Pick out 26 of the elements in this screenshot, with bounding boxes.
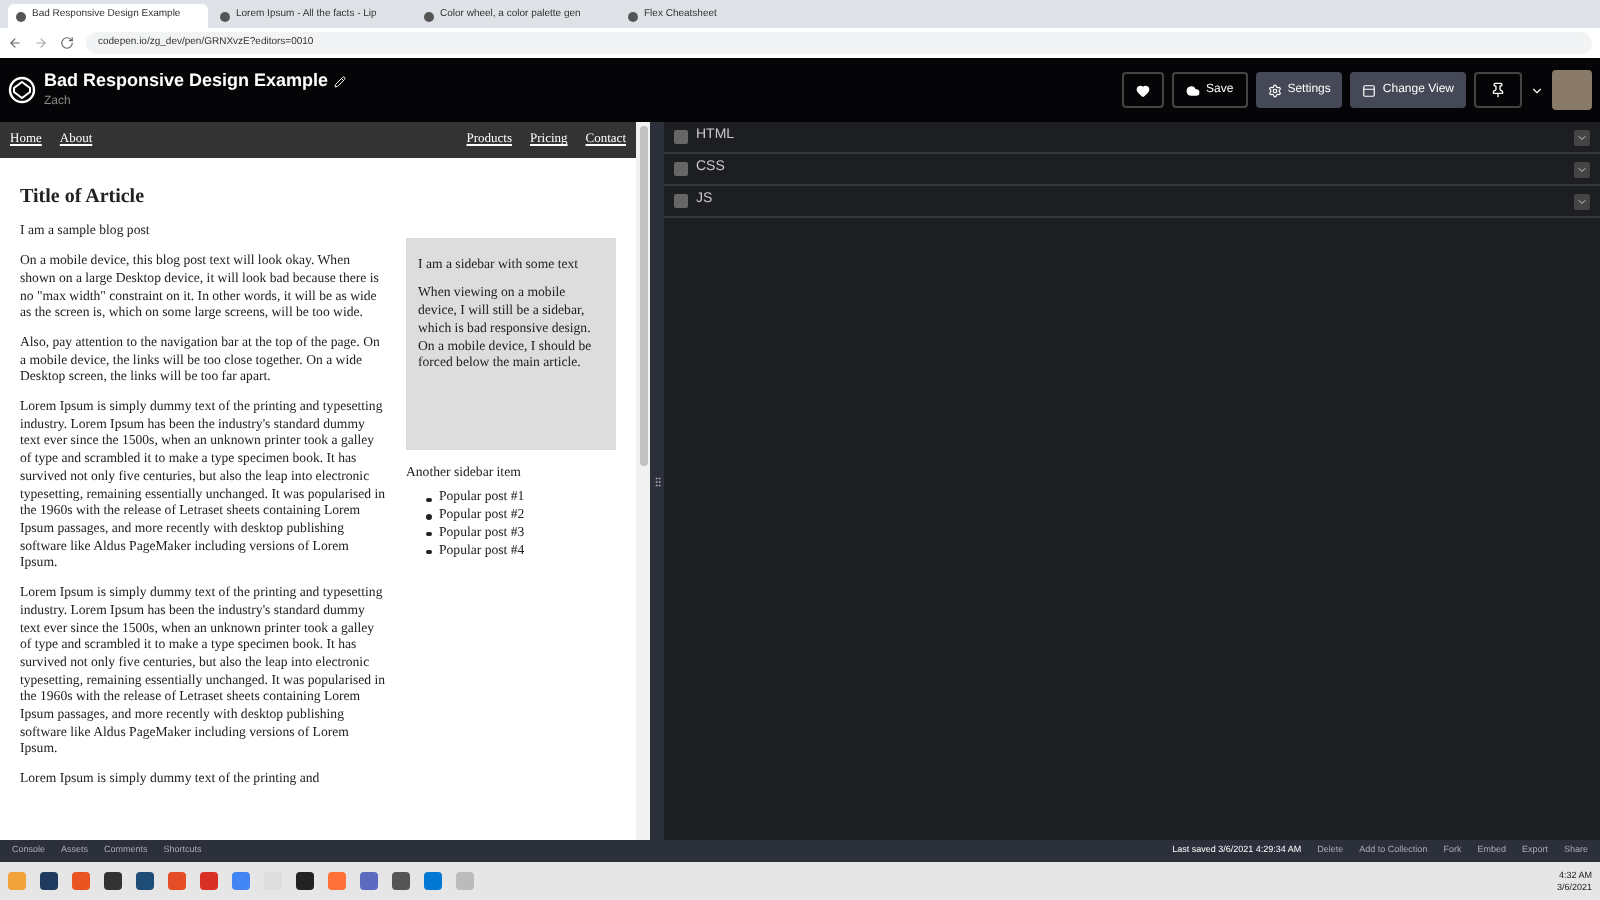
pencil-icon[interactable] — [334, 75, 347, 87]
layout-icon — [1362, 83, 1377, 97]
collapse-button[interactable] — [1574, 129, 1590, 145]
scrollbar[interactable] — [636, 122, 650, 840]
cloud-icon — [1186, 83, 1201, 97]
chevron-icon — [1576, 195, 1588, 207]
collapse-button[interactable] — [1574, 193, 1590, 209]
editor-icon — [674, 194, 688, 208]
heart-icon — [1136, 83, 1151, 97]
collapse-button[interactable] — [1574, 161, 1590, 177]
forward-arrow-icon[interactable] — [34, 36, 48, 50]
article-title: Title of Article — [20, 189, 147, 207]
reload-icon[interactable] — [60, 36, 74, 50]
caret-icon[interactable] — [1530, 83, 1544, 97]
back-arrow-icon[interactable] — [8, 36, 22, 50]
pen-title: Bad Responsive Design Example — [44, 67, 329, 94]
cube-logo-icon[interactable] — [8, 76, 36, 104]
chevron-icon — [1576, 131, 1588, 143]
editor-icon — [674, 162, 688, 176]
pin-icon — [1490, 82, 1506, 98]
heart-button[interactable] — [1122, 72, 1165, 108]
settings-icon — [1267, 83, 1282, 97]
pin-button[interactable] — [1474, 72, 1522, 108]
editor-icon — [674, 130, 688, 144]
resize-handle[interactable] — [650, 122, 664, 840]
chevron-icon — [1576, 163, 1588, 175]
